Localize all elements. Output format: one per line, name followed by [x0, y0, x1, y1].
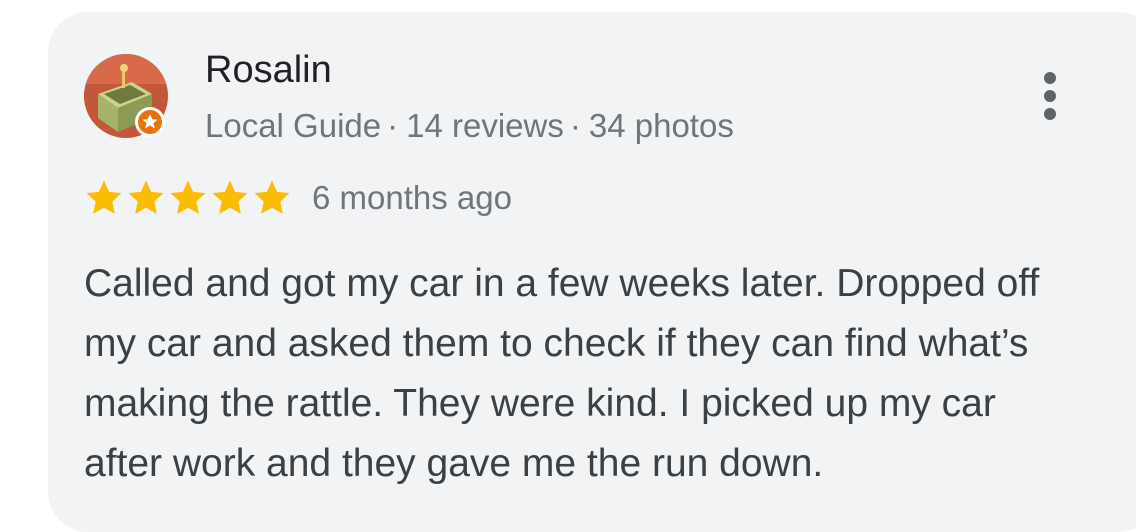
star-rating	[84, 178, 292, 218]
more-vert-icon[interactable]	[1030, 66, 1070, 126]
local-guide-label: Local Guide	[205, 107, 382, 144]
menu-dot	[1044, 72, 1056, 84]
review-text: Called and got my car in a few weeks lat…	[84, 262, 1040, 485]
avatar[interactable]	[84, 54, 168, 138]
star-icon	[86, 180, 122, 214]
star-icon	[128, 180, 164, 214]
star-icon	[212, 180, 248, 214]
separator: ·	[387, 107, 399, 144]
local-guide-star-icon	[135, 107, 165, 137]
reviews-count: 14 reviews	[406, 107, 564, 144]
photos-count: 34 photos	[588, 107, 734, 144]
menu-dot	[1044, 90, 1056, 102]
star-icon	[254, 180, 290, 214]
separator: ·	[569, 107, 581, 144]
reviewer-meta: Local Guide · 14 reviews · 34 photos	[205, 104, 734, 148]
reviewer-name[interactable]: Rosalin	[205, 46, 332, 94]
star-icon	[170, 180, 206, 214]
menu-dot	[1044, 108, 1056, 120]
review-time: 6 months ago	[312, 179, 512, 216]
